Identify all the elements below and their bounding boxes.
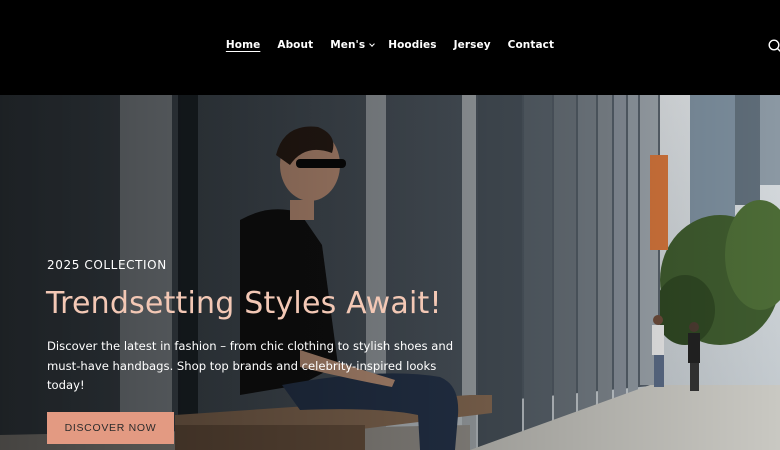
hero-banner: 2025 COLLECTION Trendsetting Styles Awai… (0, 95, 780, 450)
nav-spacer (260, 39, 277, 51)
nav-spacer (313, 39, 330, 51)
nav-item-contact[interactable]: Contact (508, 39, 554, 51)
nav-spacer (437, 39, 454, 51)
hero-description: Discover the latest in fashion – from ch… (47, 339, 454, 392)
site-header: Home About Men's Hoodies Jersey Contact (0, 0, 780, 95)
nav-spacer (374, 39, 388, 51)
main-nav: Home About Men's Hoodies Jersey Contact (0, 39, 780, 51)
nav-item-about[interactable]: About (277, 39, 313, 51)
discover-now-button[interactable]: DISCOVER NOW (47, 412, 174, 444)
hero-background-image (0, 95, 780, 450)
search-icon[interactable] (768, 39, 780, 53)
hero-eyebrow: 2025 COLLECTION (47, 258, 167, 272)
nav-item-hoodies[interactable]: Hoodies (388, 39, 436, 51)
nav-item-mens-label: Men's (330, 39, 366, 51)
nav-item-jersey[interactable]: Jersey (454, 39, 491, 51)
nav-spacer (491, 39, 508, 51)
nav-item-home[interactable]: Home (226, 39, 260, 51)
hero-headline: Trendsetting Styles Await! (46, 286, 442, 321)
nav-item-mens[interactable]: Men's (330, 39, 376, 51)
